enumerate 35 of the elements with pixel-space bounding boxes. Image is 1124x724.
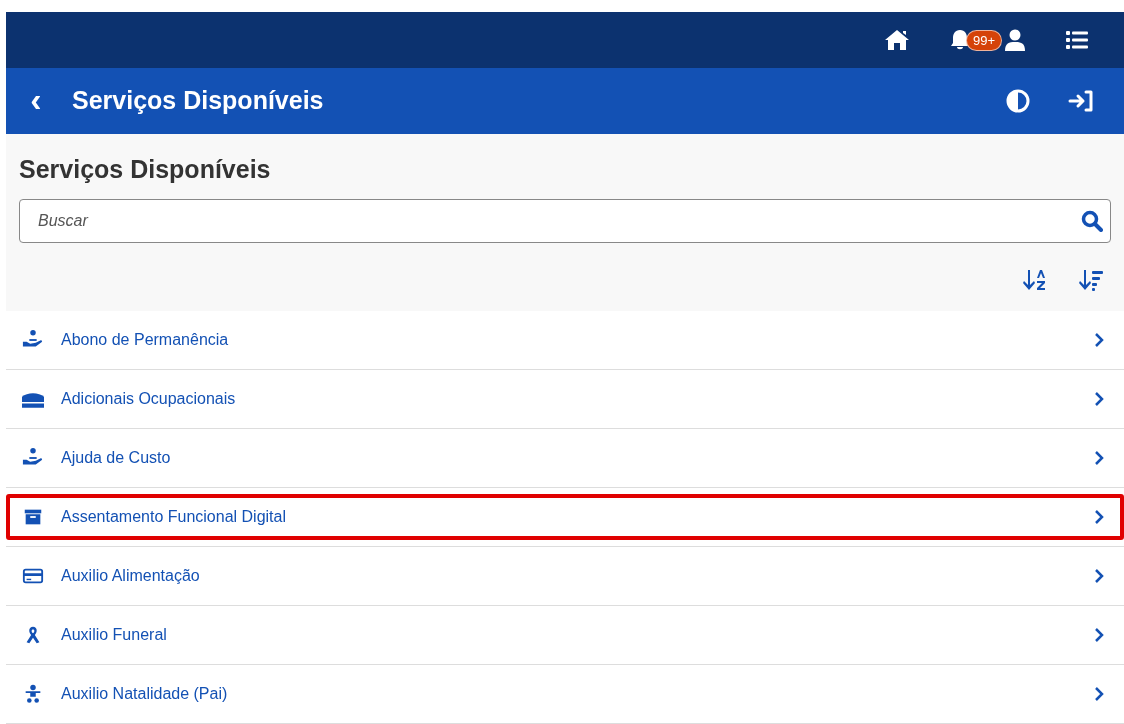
header-title: Serviços Disponíveis <box>72 85 325 117</box>
service-item[interactable]: Auxilio Alimentação <box>6 547 1124 606</box>
service-item[interactable]: Abono de Permanência <box>6 311 1124 370</box>
service-label: Ajuda de Custo <box>61 448 172 468</box>
chevron-right-icon <box>1094 333 1104 347</box>
list-icon[interactable] <box>1066 31 1088 50</box>
chevron-right-icon <box>1094 392 1104 406</box>
service-label: Auxilio Natalidade (Pai) <box>61 684 229 704</box>
back-button[interactable]: ‹ <box>26 81 46 116</box>
service-label: Abono de Permanência <box>61 330 230 350</box>
service-item[interactable]: Assentamento Funcional Digital <box>6 488 1124 547</box>
search-field[interactable]: Buscar <box>19 199 1111 243</box>
contrast-icon[interactable] <box>1006 88 1030 113</box>
notification-badge: 99+ <box>965 29 1002 51</box>
sort-filter-icon[interactable] <box>1079 269 1103 291</box>
chevron-right-icon <box>1094 628 1104 642</box>
service-item[interactable]: Adicionais Ocupacionais <box>6 370 1124 429</box>
service-label: Adicionais Ocupacionais <box>61 389 237 409</box>
page-title: Serviços Disponíveis <box>19 153 272 185</box>
service-item[interactable]: Ajuda de Custo <box>6 429 1124 488</box>
sort-alphabetical-icon[interactable] <box>1023 269 1047 291</box>
chevron-right-icon <box>1094 510 1104 524</box>
service-item[interactable]: Auxilio Natalidade (Pai) <box>6 665 1124 724</box>
chevron-right-icon <box>1094 451 1104 465</box>
service-item[interactable]: Auxilio Funeral <box>6 606 1124 665</box>
service-label: Auxilio Funeral <box>61 625 168 645</box>
user-icon[interactable] <box>1004 29 1026 52</box>
chevron-right-icon <box>1094 569 1104 583</box>
service-label: Auxilio Alimentação <box>61 566 201 586</box>
search-icon[interactable] <box>1081 210 1103 232</box>
bell-icon[interactable] <box>949 29 970 52</box>
sign-in-icon[interactable] <box>1068 89 1094 112</box>
chevron-right-icon <box>1094 687 1104 701</box>
home-icon[interactable] <box>883 29 910 52</box>
service-label: Assentamento Funcional Digital <box>61 507 287 527</box>
